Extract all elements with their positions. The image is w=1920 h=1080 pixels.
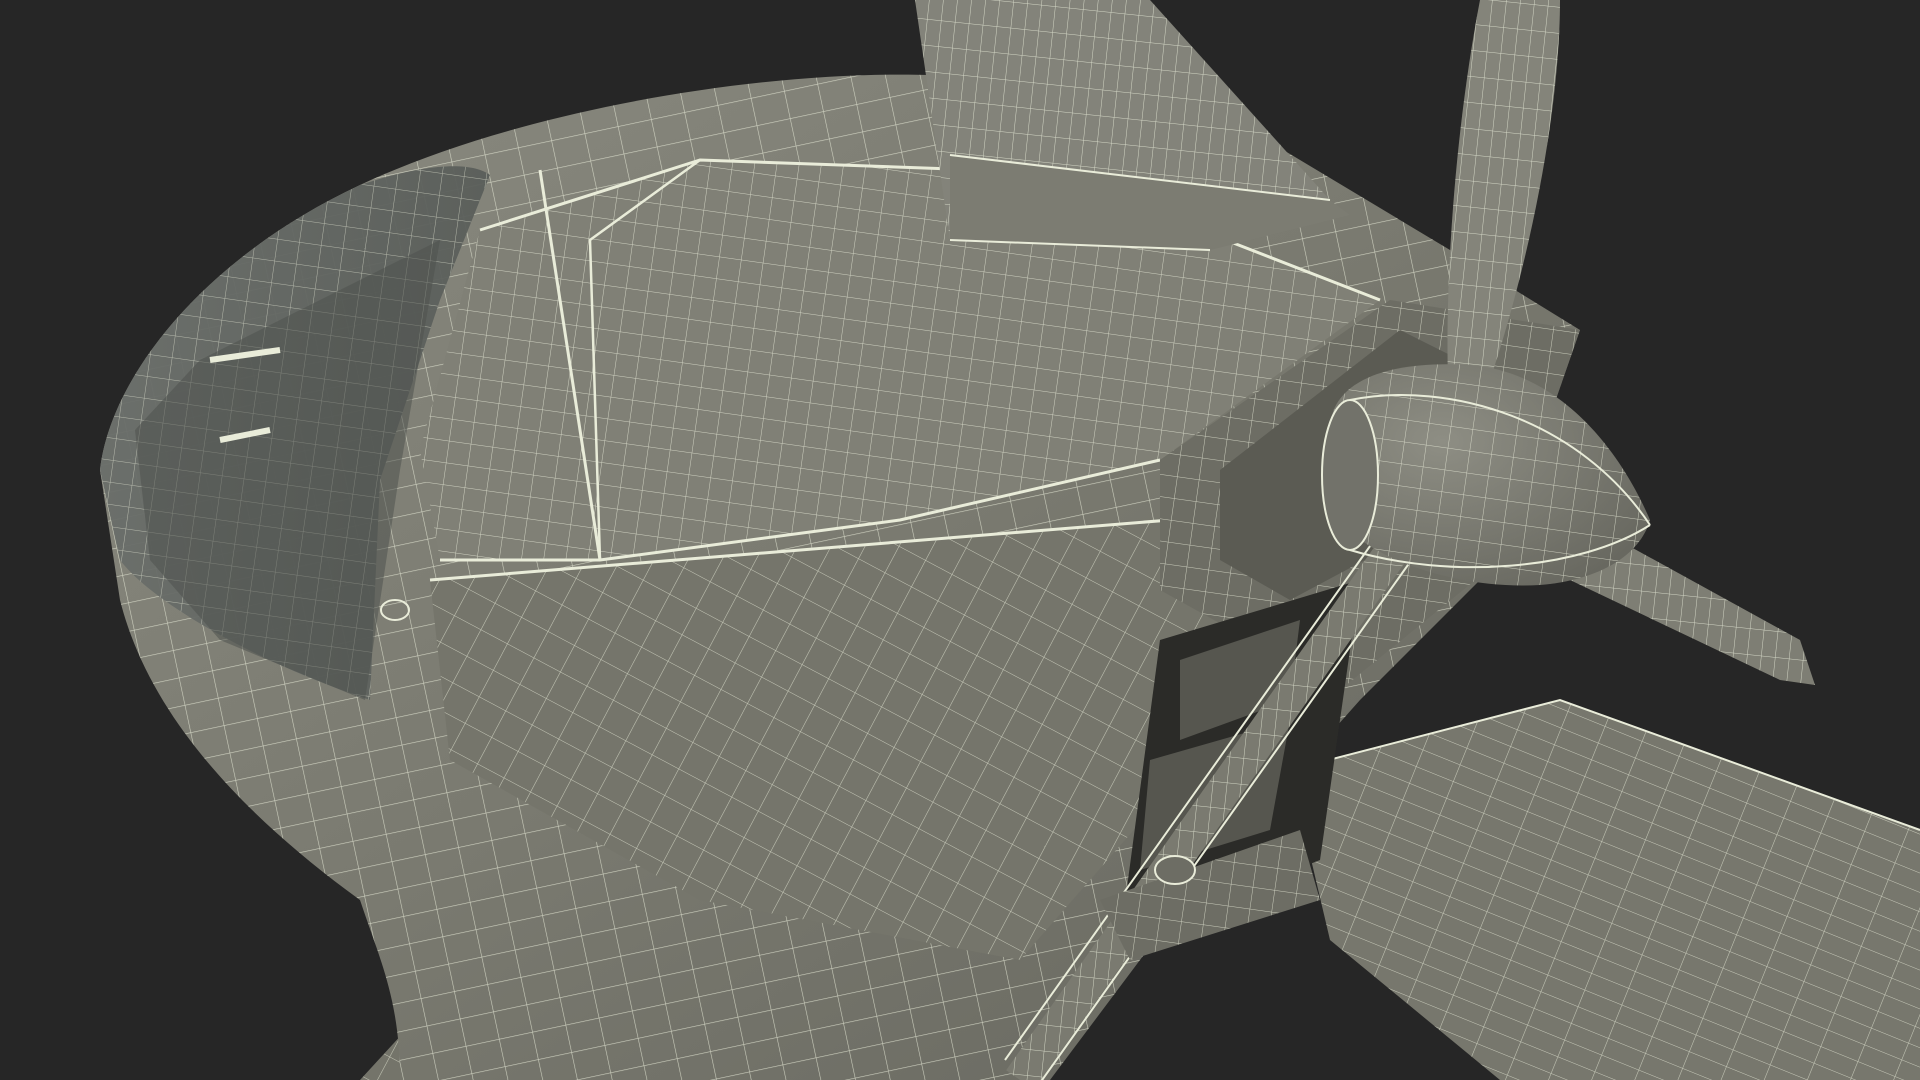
aircraft-wireframe-render bbox=[100, 0, 1920, 1080]
top-pylon bbox=[915, 0, 1350, 251]
render-viewport bbox=[0, 0, 1920, 1080]
right-wing bbox=[1289, 698, 1920, 1080]
